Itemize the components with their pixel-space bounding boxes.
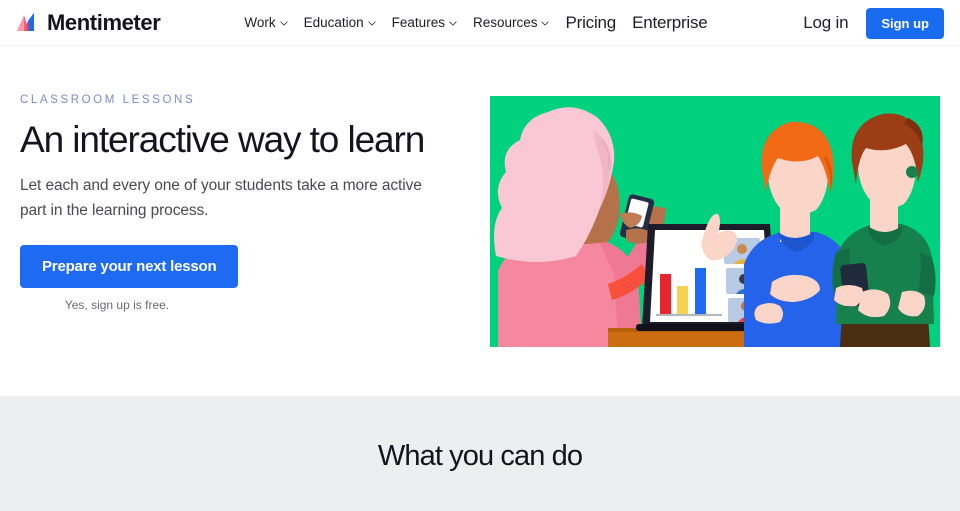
chevron-down-icon <box>280 21 288 26</box>
nav-item-education[interactable]: Education <box>304 15 376 30</box>
nav-item-enterprise[interactable]: Enterprise <box>632 12 708 33</box>
nav-label-resources: Resources <box>472 15 538 30</box>
login-link[interactable]: Log in <box>803 13 848 33</box>
logo-link[interactable]: Mentimeter <box>16 9 161 35</box>
hero-illustration <box>490 96 940 347</box>
nav-label-enterprise: Enterprise <box>632 12 708 32</box>
nav-item-resources[interactable]: Resources <box>473 15 550 30</box>
chevron-down-icon <box>541 21 550 26</box>
nav-label-pricing: Pricing <box>565 12 617 32</box>
logo-text: Mentimeter <box>47 9 161 35</box>
classroom-lesson-illustration <box>490 96 940 347</box>
nav-label-education: Education <box>303 15 364 30</box>
hero-subtitle: Let each and every one of your students … <box>20 177 422 219</box>
mentimeter-logo-icon <box>17 12 34 31</box>
hero-section: CLASSROOM LESSONS An interactive way to … <box>0 46 960 396</box>
hero-copy: CLASSROOM LESSONS An interactive way to … <box>20 94 470 312</box>
nav-item-features[interactable]: Features <box>392 15 457 30</box>
section-title: What you can do <box>377 440 583 472</box>
cta-note: Yes, sign up is free. <box>64 298 170 313</box>
main-navigation: Work Education Features Resources Pricin… <box>244 13 707 33</box>
nav-label-features: Features <box>391 15 445 30</box>
site-header: Mentimeter Work Education Features Resou… <box>0 0 960 46</box>
chevron-down-icon <box>449 21 457 26</box>
chevron-down-icon <box>368 21 376 26</box>
prepare-lesson-button[interactable]: Prepare your next lesson <box>20 245 239 289</box>
page-title: An interactive way to learn <box>20 119 425 160</box>
signup-button[interactable]: Sign up <box>866 7 944 39</box>
nav-item-work[interactable]: Work <box>244 15 288 30</box>
hero-eyebrow: CLASSROOM LESSONS <box>20 94 196 106</box>
nav-label-work: Work <box>244 15 276 30</box>
nav-item-pricing[interactable]: Pricing <box>565 13 616 33</box>
header-actions: Log in Sign up <box>803 0 944 46</box>
landing-page: Mentimeter Work Education Features Resou… <box>0 0 960 511</box>
what-you-can-do-section: What you can do <box>0 396 960 511</box>
